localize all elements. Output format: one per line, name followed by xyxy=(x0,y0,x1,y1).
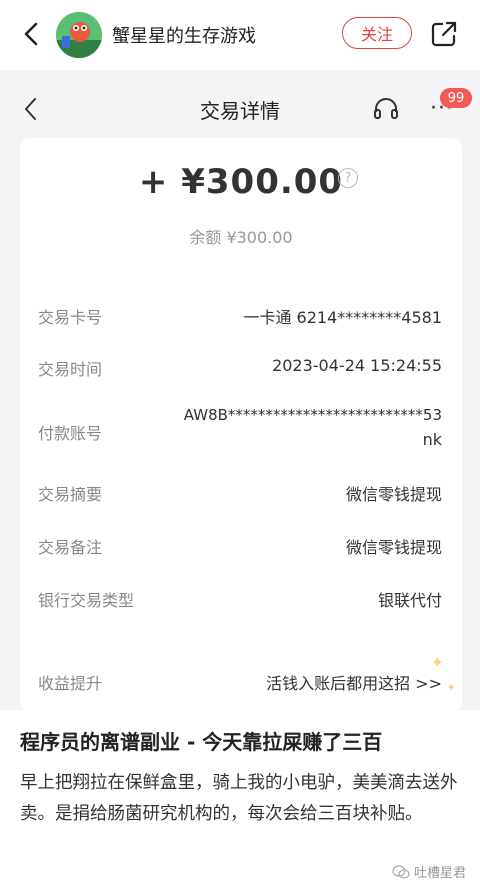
row-label-summary: 交易摘要 xyxy=(38,485,103,504)
transaction-card: + ¥300.00 ? 余额 ¥300.00 交易卡号 一卡通 6214****… xyxy=(20,138,462,704)
share-icon[interactable] xyxy=(430,20,458,48)
income-card[interactable]: 收益提升 活钱入账后都用这招 >> ✦ ✦ xyxy=(20,651,462,710)
nav-title: 交易详情 xyxy=(200,99,280,123)
row-value-bank-type: 银联代付 xyxy=(377,591,442,610)
wechat-icon xyxy=(392,864,410,879)
watermark-text: 吐槽星君 xyxy=(414,866,467,881)
row-label-time: 交易时间 xyxy=(38,360,103,379)
row-value-payer-account-line1: AW8B**************************53 xyxy=(183,406,442,424)
row-value-summary: 微信零钱提现 xyxy=(345,485,442,504)
watermark: 吐槽星君 xyxy=(392,862,466,881)
row-value-time: 2023-04-24 15:24:55 xyxy=(272,356,442,375)
sparkle-icon: ✦ xyxy=(430,653,444,672)
row-value-payer-account-line2: nk xyxy=(422,430,442,449)
app-header: 蟹星星的生存游戏 关注 xyxy=(0,0,480,70)
row-label-remark: 交易备注 xyxy=(38,538,103,557)
row-label-payer-account: 付款账号 xyxy=(38,424,103,443)
article-title: 程序员的离谱副业 - 今天靠拉屎赚了三百 xyxy=(20,730,383,754)
row-value-remark: 微信零钱提现 xyxy=(345,538,442,557)
transaction-nav-bar: 交易详情 ··· 99 xyxy=(0,70,480,146)
row-value-card-number: 一卡通 6214********4581 xyxy=(243,308,442,327)
row-label-card-number: 交易卡号 xyxy=(38,308,103,327)
back-arrow-icon[interactable] xyxy=(18,20,46,48)
row-label-bank-type: 银行交易类型 xyxy=(38,591,135,610)
income-link[interactable]: 活钱入账后都用这招 >> xyxy=(266,670,442,694)
sparkle-icon: ✦ xyxy=(446,681,456,694)
author-name[interactable]: 蟹星星的生存游戏 xyxy=(112,22,256,48)
transaction-screenshot: 交易详情 ··· 99 + ¥300.00 ? 余额 ¥300.00 交易卡号 … xyxy=(0,70,480,710)
article-body: 早上把翔拉在保鲜盒里，骑上我的小电驴，美美滴去送外卖。是捐给肠菌研究机构的，每次… xyxy=(20,773,458,824)
headset-icon[interactable] xyxy=(372,96,400,122)
balance-text: 余额 ¥300.00 xyxy=(189,228,293,247)
follow-button[interactable]: 关注 xyxy=(342,17,412,49)
help-icon[interactable]: ? xyxy=(338,168,358,188)
income-label: 收益提升 xyxy=(38,674,103,693)
transaction-amount: + ¥300.00 xyxy=(138,162,344,202)
notification-badge: 99 xyxy=(440,88,472,108)
avatar[interactable] xyxy=(56,12,102,58)
